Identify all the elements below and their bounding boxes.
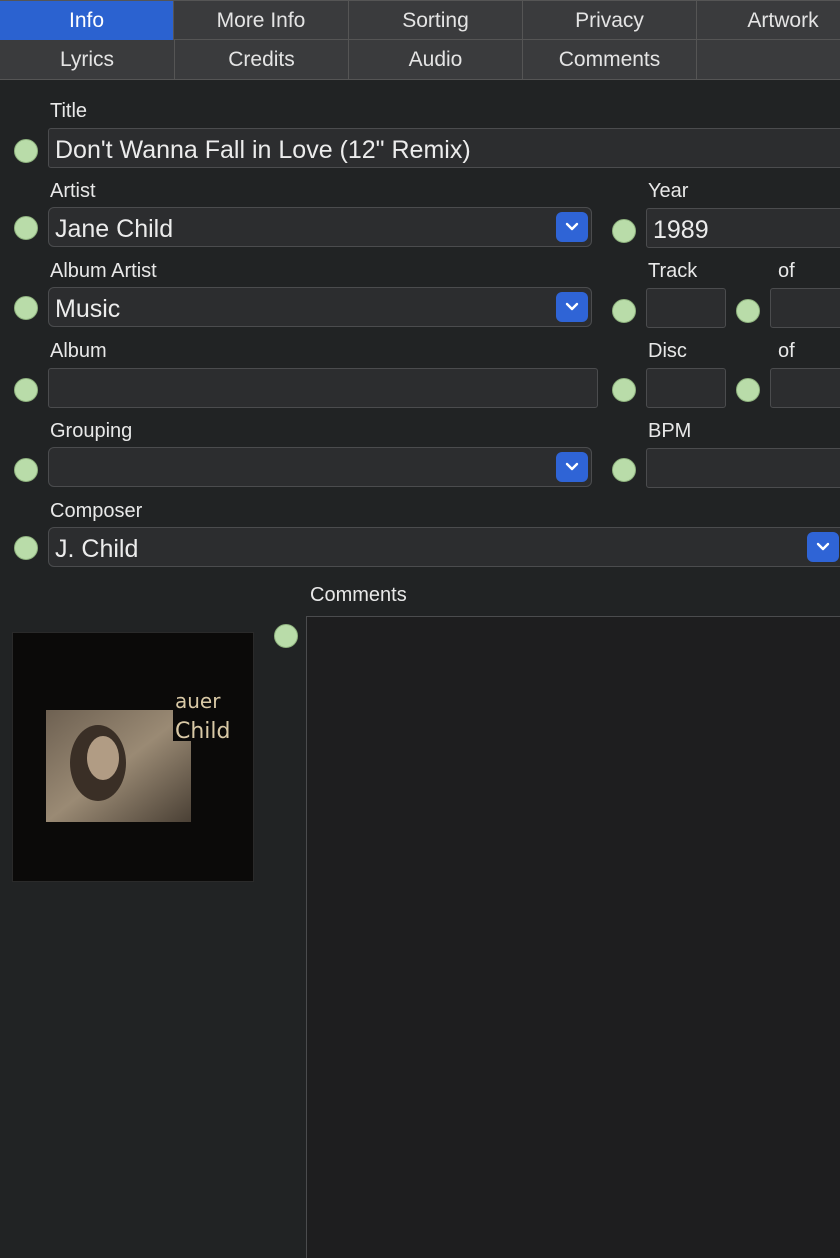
title-label: Title bbox=[50, 100, 88, 122]
album-artist-label: Album Artist bbox=[50, 260, 157, 282]
album-artist-status-icon bbox=[14, 296, 38, 320]
tab-empty bbox=[697, 40, 840, 79]
comments-label: Comments bbox=[310, 584, 407, 606]
comments-textarea[interactable] bbox=[306, 616, 840, 1258]
tab-sorting[interactable]: Sorting bbox=[349, 1, 523, 40]
year-label: Year bbox=[648, 180, 689, 202]
tab-artwork[interactable]: Artwork bbox=[697, 1, 840, 40]
chevron-down-icon[interactable] bbox=[556, 292, 588, 322]
disc-status-icon bbox=[612, 378, 636, 402]
album-artwork[interactable]: auer Child bbox=[12, 632, 254, 882]
track-status-icon bbox=[612, 299, 636, 323]
svg-text:Child: Child bbox=[175, 719, 231, 744]
bpm-status-icon bbox=[612, 458, 636, 482]
title-status-icon bbox=[14, 139, 38, 163]
disc-field[interactable] bbox=[646, 368, 726, 408]
tab-bar-primary: Info More Info Sorting Privacy Artwork bbox=[0, 0, 840, 40]
chevron-down-icon[interactable] bbox=[556, 452, 588, 482]
tab-lyrics[interactable]: Lyrics bbox=[0, 40, 175, 79]
tab-info[interactable]: Info bbox=[0, 1, 174, 40]
artist-label: Artist bbox=[50, 180, 96, 202]
tab-privacy[interactable]: Privacy bbox=[523, 1, 697, 40]
tab-credits[interactable]: Credits bbox=[175, 40, 349, 79]
track-total-status-icon bbox=[736, 299, 760, 323]
track-total-field[interactable] bbox=[770, 288, 840, 328]
track-label: Track bbox=[648, 260, 698, 282]
disc-of-label: of bbox=[778, 340, 795, 362]
album-artist-combobox[interactable]: Music bbox=[48, 287, 592, 327]
tab-audio[interactable]: Audio bbox=[349, 40, 523, 79]
tab-bar-secondary: Lyrics Credits Audio Comments bbox=[0, 40, 840, 80]
disc-total-status-icon bbox=[736, 378, 760, 402]
artist-status-icon bbox=[14, 216, 38, 240]
year-field[interactable]: 1989 bbox=[646, 208, 840, 248]
artist-combobox[interactable]: Jane Child bbox=[48, 207, 592, 247]
tab-more-info[interactable]: More Info bbox=[174, 1, 349, 40]
album-status-icon bbox=[14, 378, 38, 402]
bpm-field[interactable] bbox=[646, 448, 840, 488]
artist-value: Jane Child bbox=[55, 214, 174, 243]
title-field[interactable]: Don't Wanna Fall in Love (12" Remix) bbox=[48, 128, 840, 168]
track-field[interactable] bbox=[646, 288, 726, 328]
chevron-down-icon[interactable] bbox=[807, 532, 839, 562]
tab-comments[interactable]: Comments bbox=[523, 40, 697, 79]
disc-label: Disc bbox=[648, 340, 687, 362]
grouping-combobox[interactable] bbox=[48, 447, 592, 487]
comments-status-icon bbox=[274, 624, 298, 648]
chevron-down-icon[interactable] bbox=[556, 212, 588, 242]
composer-combobox[interactable]: J. Child bbox=[48, 527, 840, 567]
album-artist-value: Music bbox=[55, 294, 121, 323]
composer-value: J. Child bbox=[55, 534, 139, 563]
album-artwork-image: auer Child bbox=[13, 633, 253, 881]
track-of-label: of bbox=[778, 260, 795, 282]
grouping-label: Grouping bbox=[50, 420, 133, 442]
album-label: Album bbox=[50, 340, 107, 362]
grouping-status-icon bbox=[14, 458, 38, 482]
year-status-icon bbox=[612, 219, 636, 243]
composer-label: Composer bbox=[50, 500, 143, 522]
album-field[interactable] bbox=[48, 368, 598, 408]
composer-status-icon bbox=[14, 536, 38, 560]
bpm-label: BPM bbox=[648, 420, 692, 442]
svg-text:auer: auer bbox=[175, 689, 221, 713]
disc-total-field[interactable] bbox=[770, 368, 840, 408]
